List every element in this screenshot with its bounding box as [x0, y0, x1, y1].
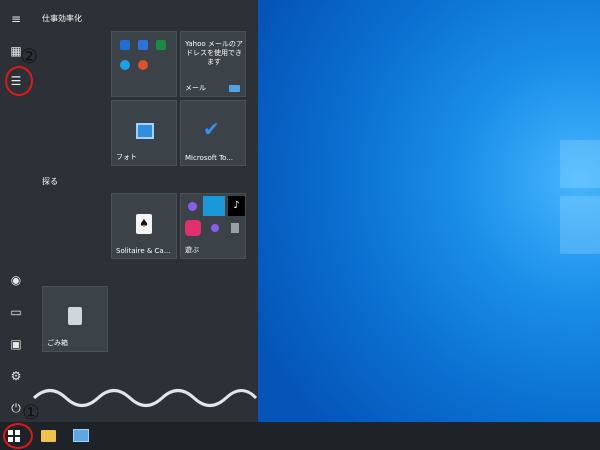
recycle-bin-tile[interactable]: ごみ箱	[42, 286, 108, 352]
hamburger-menu-icon[interactable]: ≡	[7, 12, 25, 26]
taskbar	[0, 422, 600, 450]
pictures-icon[interactable]: ▣	[7, 337, 25, 351]
calculator-icon	[231, 223, 239, 233]
group-title-explore: 探る	[42, 177, 58, 186]
todo-tile-label: Microsoft To...	[185, 154, 234, 162]
mail-tile-label: メール	[185, 84, 206, 92]
instagram-icon	[185, 220, 201, 236]
control-panel-taskbar-icon[interactable]	[73, 429, 89, 442]
group-title-productivity: 仕事効率化	[42, 14, 82, 23]
skype-icon	[120, 60, 130, 70]
documents-icon[interactable]: ▭	[7, 305, 25, 319]
solitaire-cards-icon: ♠	[136, 214, 152, 234]
powerpoint-icon	[138, 60, 148, 70]
messenger-small-icon	[211, 224, 219, 232]
prime-video-icon	[203, 196, 225, 216]
outlook-icon	[120, 40, 130, 50]
photos-icon	[136, 123, 154, 139]
word-icon	[138, 40, 148, 50]
mail-tile[interactable]: Yahoo メールのアドレスを使用できます メール	[180, 31, 246, 97]
messenger-icon	[188, 202, 197, 211]
annotation-ring-start-button	[3, 423, 33, 449]
wallpaper-light-panel	[560, 140, 600, 188]
omission-wavy-line	[32, 389, 258, 407]
microsoft-todo-tile[interactable]: ✔ Microsoft To...	[180, 100, 246, 166]
photos-tile[interactable]: フォト	[111, 100, 177, 166]
yahoo-mail-promo-text: Yahoo メールのアドレスを使用できます	[185, 40, 243, 66]
play-folder-tile[interactable]: ♪ 遊ぶ	[180, 193, 246, 259]
recycle-bin-tile-label: ごみ箱	[47, 339, 68, 347]
annotation-number-two: ②	[20, 44, 38, 68]
todo-checkmark-icon: ✔	[203, 117, 220, 141]
tiktok-icon: ♪	[228, 196, 245, 216]
recycle-bin-icon	[68, 307, 82, 325]
wallpaper-light-panel	[560, 196, 600, 254]
play-tile-label: 遊ぶ	[185, 246, 199, 254]
file-explorer-taskbar-icon[interactable]	[41, 430, 56, 442]
annotation-number-one: ①	[22, 400, 40, 424]
annotation-ring-list-icon	[5, 66, 33, 96]
solitaire-tile[interactable]: ♠ Solitaire & Ca...	[111, 193, 177, 259]
office-apps-tile[interactable]	[111, 31, 177, 97]
solitaire-tile-label: Solitaire & Ca...	[116, 247, 171, 255]
user-avatar-icon[interactable]: ◉	[7, 273, 25, 287]
mail-envelope-icon	[229, 85, 240, 92]
excel-icon	[156, 40, 166, 50]
settings-gear-icon[interactable]: ⚙	[7, 369, 25, 383]
photos-tile-label: フォト	[116, 153, 137, 161]
